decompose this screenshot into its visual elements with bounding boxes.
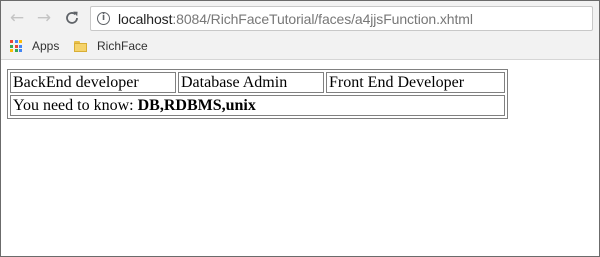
back-button[interactable]: ← bbox=[7, 8, 27, 28]
address-bar[interactable]: i localhost:8084/RichFaceTutorial/faces/… bbox=[90, 6, 593, 31]
knowledge-cell: You need to know: DB,RDBMS,unix bbox=[10, 95, 505, 116]
bookmark-label: RichFace bbox=[97, 39, 148, 53]
role-backend[interactable]: BackEnd developer bbox=[10, 72, 176, 93]
role-frontend[interactable]: Front End Developer bbox=[326, 72, 505, 93]
role-dba[interactable]: Database Admin bbox=[178, 72, 324, 93]
reload-button[interactable] bbox=[62, 8, 82, 28]
knowledge-label: You need to know: bbox=[13, 97, 138, 114]
bookmark-richface[interactable]: RichFace bbox=[74, 39, 148, 53]
bookmark-label: Apps bbox=[32, 39, 60, 53]
browser-window: ← → i localhost:8084/RichFaceTutorial/fa… bbox=[0, 0, 600, 257]
knowledge-row: You need to know: DB,RDBMS,unix bbox=[10, 95, 505, 116]
arrow-left-icon: ← bbox=[9, 8, 25, 28]
forward-button[interactable]: → bbox=[34, 8, 54, 28]
roles-row: BackEnd developer Database Admin Front E… bbox=[10, 72, 505, 93]
bookmarks-bar: Apps RichFace bbox=[1, 35, 599, 60]
roles-table: BackEnd developer Database Admin Front E… bbox=[7, 69, 508, 119]
browser-toolbar: ← → i localhost:8084/RichFaceTutorial/fa… bbox=[1, 1, 599, 35]
bookmark-apps[interactable]: Apps bbox=[10, 39, 59, 53]
folder-icon bbox=[74, 40, 87, 52]
url-path: :8084/RichFaceTutorial/faces/a4jjsFuncti… bbox=[172, 11, 473, 27]
knowledge-value: DB,RDBMS,unix bbox=[137, 97, 256, 114]
page-content: BackEnd developer Database Admin Front E… bbox=[7, 69, 508, 119]
url-host: localhost bbox=[118, 11, 173, 27]
arrow-right-icon: → bbox=[36, 8, 52, 28]
apps-grid-icon bbox=[10, 40, 22, 52]
reload-icon bbox=[66, 11, 78, 24]
info-icon[interactable]: i bbox=[97, 12, 110, 25]
url-text: localhost:8084/RichFaceTutorial/faces/a4… bbox=[118, 11, 473, 27]
